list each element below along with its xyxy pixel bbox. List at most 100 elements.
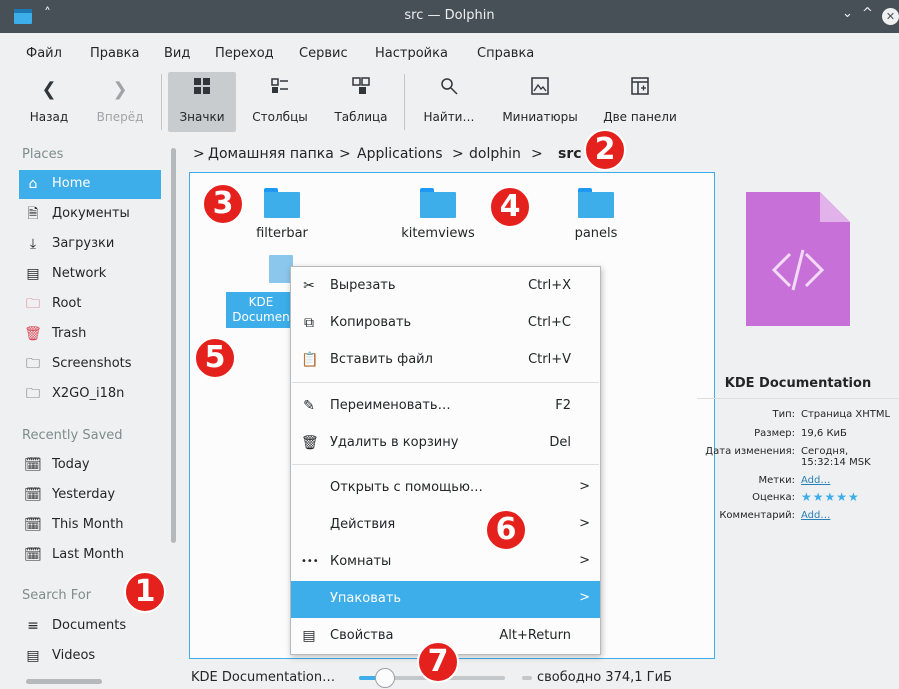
network-icon: ▤ bbox=[26, 266, 40, 282]
breadcrumb-dolphin[interactable]: dolphin bbox=[469, 146, 521, 162]
menu-settings[interactable]: Настройка bbox=[375, 46, 448, 61]
maximize-button[interactable]: ^ bbox=[862, 6, 873, 21]
folder-icon[interactable] bbox=[578, 188, 614, 218]
close-button[interactable]: ✕ bbox=[882, 8, 899, 25]
folder-filterbar-label[interactable]: filterbar bbox=[252, 226, 312, 241]
folder-icon: 🗀 bbox=[26, 356, 40, 372]
sidebar-item-home[interactable]: ⌂ Home bbox=[19, 170, 161, 199]
rating-stars[interactable]: ★★★★★ bbox=[801, 491, 860, 503]
menu-item-open-with[interactable]: Открыть с помощью… > bbox=[291, 470, 600, 507]
sidebar-item-search-documents[interactable]: ≡ Documents bbox=[19, 612, 161, 641]
breadcrumb-applications[interactable]: Applications bbox=[357, 146, 443, 162]
add-tags-link[interactable]: Add… bbox=[801, 475, 830, 486]
downloads-icon: ⤓ bbox=[29, 236, 37, 252]
sidebar-item-root[interactable]: 🗀 Root bbox=[19, 290, 161, 319]
image-icon bbox=[492, 76, 588, 104]
scissors-icon: ✂ bbox=[303, 278, 315, 294]
menu-edit[interactable]: Правка bbox=[90, 46, 139, 61]
toolbar-separator bbox=[161, 74, 162, 130]
status-text: KDE Documentation… bbox=[191, 670, 336, 685]
sidebar-item-last-month[interactable]: 🗓 Last Month bbox=[19, 541, 161, 570]
breadcrumb-separator: > bbox=[193, 146, 205, 162]
annotation-badge-5: 5 bbox=[194, 337, 236, 379]
sidebar-item-search-videos[interactable]: ▤ Videos bbox=[19, 642, 161, 671]
chevron-right-icon: > bbox=[579, 479, 590, 494]
sidebar-item-screenshots[interactable]: 🗀 Screenshots bbox=[19, 350, 161, 379]
find-button[interactable]: Найти… bbox=[414, 72, 484, 132]
selected-file-label[interactable]: KDE Documen bbox=[226, 292, 296, 328]
sidebar-item-network[interactable]: ▤ Network bbox=[19, 260, 161, 289]
folder-icon[interactable] bbox=[264, 188, 300, 218]
info-file-title: KDE Documentation bbox=[724, 376, 872, 391]
menu-item-rename[interactable]: ✎ Переименовать… F2 bbox=[291, 388, 600, 425]
icons-view-button[interactable]: Значки bbox=[168, 72, 236, 132]
menu-item-cut[interactable]: ✂ Вырезать Ctrl+X bbox=[291, 268, 600, 305]
sidebar-item-this-month[interactable]: 🗓 This Month bbox=[19, 511, 161, 540]
minimize-button[interactable]: ⌄ bbox=[842, 6, 853, 21]
breadcrumb-home[interactable]: Домашняя папка bbox=[208, 146, 334, 162]
icons-view-icon bbox=[168, 76, 236, 104]
sidebar-item-today[interactable]: 🗓 Today bbox=[19, 451, 161, 480]
calendar-icon: 🗓 bbox=[24, 547, 42, 563]
add-comment-link[interactable]: Add… bbox=[801, 510, 830, 521]
annotation-badge-4: 4 bbox=[489, 186, 531, 228]
thumbnails-button[interactable]: Миниатюры bbox=[492, 72, 588, 132]
toolbar-separator bbox=[404, 74, 405, 130]
breadcrumb-separator: > bbox=[339, 146, 351, 162]
sidebar-item-documents[interactable]: 🗎 Документы bbox=[19, 200, 161, 229]
folder-icon[interactable] bbox=[420, 188, 456, 218]
breadcrumb-separator: > bbox=[452, 146, 464, 162]
folder-kitemviews-label[interactable]: kitemviews bbox=[396, 226, 480, 241]
paste-icon: 📋 bbox=[301, 352, 319, 368]
info-separator bbox=[697, 398, 899, 399]
copy-icon: ⧉ bbox=[304, 315, 314, 331]
places-header: Places bbox=[22, 147, 64, 162]
breadcrumb-current[interactable]: src bbox=[558, 146, 582, 162]
menu-bar: Файл Правка Вид Переход Сервис Настройка… bbox=[0, 33, 899, 65]
back-button[interactable]: ❮ Назад bbox=[22, 72, 76, 132]
calendar-icon: 🗓 bbox=[24, 487, 42, 503]
sidebar-item-trash[interactable]: 🗑 Trash bbox=[19, 320, 161, 349]
sidebar-item-downloads[interactable]: ⤓ Загрузки bbox=[19, 230, 161, 259]
text-lines-icon: ≡ bbox=[27, 618, 39, 634]
trash-icon: 🗑 bbox=[24, 326, 42, 342]
search-icon bbox=[414, 76, 484, 104]
chevron-right-icon: > bbox=[579, 553, 590, 568]
menu-help[interactable]: Справка bbox=[477, 46, 534, 61]
dots-icon: ••• bbox=[301, 556, 319, 567]
arrow-left-icon: ❮ bbox=[41, 79, 57, 100]
information-panel: KDE Documentation Тип: Страница XHTML Ра… bbox=[697, 172, 899, 662]
menu-item-move-to-trash[interactable]: 🗑 Удалить в корзину Del bbox=[291, 425, 600, 462]
annotation-badge-6: 6 bbox=[485, 509, 527, 551]
menu-item-compress[interactable]: Упаковать > bbox=[291, 581, 600, 618]
recently-saved-header: Recently Saved bbox=[22, 428, 123, 443]
menu-item-actions[interactable]: Действия > bbox=[291, 507, 600, 544]
sidebar-scrollbar[interactable] bbox=[171, 148, 176, 543]
details-view-icon bbox=[325, 76, 397, 104]
menu-go[interactable]: Переход bbox=[215, 46, 274, 61]
zoom-slider-handle[interactable] bbox=[375, 668, 395, 688]
window-title: src — Dolphin bbox=[404, 8, 495, 23]
split-view-button[interactable]: Две панели bbox=[594, 72, 686, 132]
menu-view[interactable]: Вид bbox=[164, 46, 190, 61]
forward-button[interactable]: ❯ Вперёд bbox=[88, 72, 152, 132]
menu-item-activities[interactable]: ••• Комнаты > bbox=[291, 544, 600, 581]
table-view-button[interactable]: Таблица bbox=[325, 72, 397, 132]
folder-icon: 🗀 bbox=[26, 386, 40, 402]
sidebar-item-yesterday[interactable]: 🗓 Yesterday bbox=[19, 481, 161, 510]
documents-icon: 🗎 bbox=[27, 206, 39, 222]
columns-view-button[interactable]: Столбцы bbox=[244, 72, 316, 132]
menu-item-paste[interactable]: 📋 Вставить файл Ctrl+V bbox=[291, 342, 600, 379]
menu-tools[interactable]: Сервис bbox=[299, 46, 348, 61]
sidebar-horizontal-scrollbar[interactable] bbox=[26, 679, 102, 684]
free-space-bar bbox=[522, 676, 532, 680]
compact-view-icon bbox=[244, 76, 316, 104]
arrow-right-icon: ❯ bbox=[112, 79, 128, 100]
sidebar-item-x2go[interactable]: 🗀 X2GO_i18n bbox=[19, 380, 161, 409]
film-icon: ▤ bbox=[26, 648, 40, 664]
menu-file[interactable]: Файл bbox=[26, 46, 62, 61]
menu-item-copy[interactable]: ⧉ Копировать Ctrl+C bbox=[291, 305, 600, 342]
menu-separator bbox=[292, 464, 599, 465]
folder-panels-label[interactable]: panels bbox=[566, 226, 626, 241]
toolbar: ❮ Назад ❯ Вперёд Значки Столбцы Таблица … bbox=[0, 66, 899, 138]
